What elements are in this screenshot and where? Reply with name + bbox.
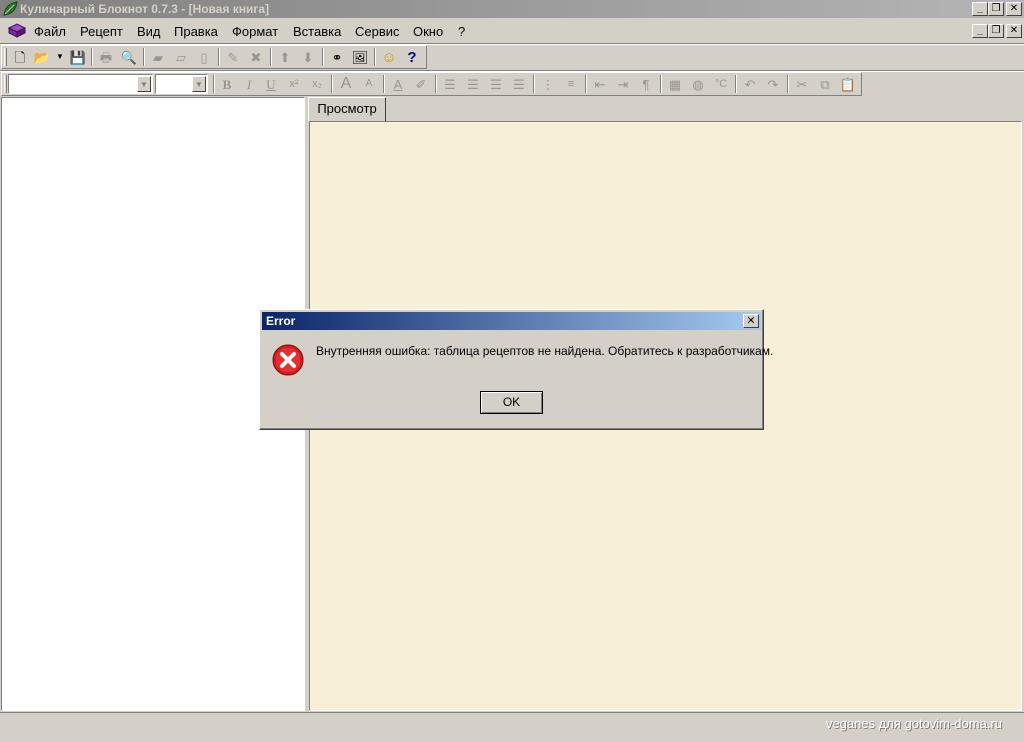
mdi-restore-icon[interactable]: ❐	[988, 24, 1004, 38]
toolbar-divider	[660, 75, 662, 93]
minimize-icon[interactable]: _	[972, 2, 988, 16]
page-icon[interactable]: ▯	[194, 47, 214, 67]
toolbar-divider	[383, 75, 385, 93]
subscript-icon[interactable]: x₂	[307, 74, 327, 94]
new-icon[interactable]: 🗋	[10, 47, 30, 67]
edit-icon[interactable]: ✎	[223, 47, 243, 67]
tab-preview[interactable]: Просмотр	[308, 97, 386, 121]
open-icon[interactable]: 📂	[32, 47, 52, 67]
book-icon[interactable]: ▰	[148, 47, 168, 67]
shrink-font-icon[interactable]: A	[359, 74, 379, 94]
delete-icon[interactable]: ✖	[246, 47, 266, 67]
toolbar-divider	[91, 48, 93, 66]
paste-icon[interactable]: 📋	[838, 74, 858, 94]
toolbar-divider	[331, 75, 333, 93]
menu-format[interactable]: Формат	[232, 24, 278, 40]
bold-icon[interactable]: B	[217, 74, 237, 94]
print-icon[interactable]: 🖶	[96, 47, 116, 67]
chevron-down-icon[interactable]: ▼	[137, 76, 151, 92]
highlight-icon[interactable]: ✐	[411, 74, 431, 94]
celsius-icon[interactable]: °C	[711, 74, 731, 94]
menu-service[interactable]: Сервис	[355, 24, 400, 40]
picture-icon[interactable]: 🖼	[350, 47, 370, 67]
binoculars-icon[interactable]: ⚭	[327, 47, 347, 67]
menu-window[interactable]: Окно	[413, 24, 443, 40]
superscript-icon[interactable]: x²	[284, 74, 304, 94]
title-bar[interactable]: Кулинарный Блокнот 0.7.3 - [Новая книга]…	[0, 0, 1024, 18]
align-center-icon[interactable]: ☰	[463, 74, 483, 94]
redo-icon[interactable]: ↷	[763, 74, 783, 94]
font-size-combo[interactable]: ▼	[155, 74, 208, 94]
help-icon[interactable]: ?	[402, 47, 422, 67]
menu-help[interactable]: ?	[458, 24, 465, 40]
align-left-icon[interactable]: ☰	[440, 74, 460, 94]
grow-font-icon[interactable]: A	[336, 74, 356, 94]
menu-file[interactable]: Файл	[34, 24, 66, 40]
error-dialog: Error ✕ Внутренняя ошибка: таблица рецеп…	[259, 309, 773, 430]
error-message: Внутренняя ошибка: таблица рецептов не н…	[316, 344, 774, 358]
menu-view[interactable]: Вид	[137, 24, 161, 40]
toolbar-divider	[787, 75, 789, 93]
print-preview-icon[interactable]: 🔍	[119, 47, 139, 67]
cut-icon[interactable]: ✂	[792, 74, 812, 94]
numbering-icon[interactable]: ≡	[561, 74, 581, 94]
menu-insert[interactable]: Вставка	[293, 24, 341, 40]
toolbar-grip[interactable]	[4, 48, 7, 66]
bullets-icon[interactable]: ⋮	[538, 74, 558, 94]
paragraph-icon[interactable]: ¶	[636, 74, 656, 94]
open-dropdown-icon[interactable]: ▼	[50, 47, 70, 67]
font-color-icon[interactable]: A	[388, 74, 408, 94]
toolbar-divider	[322, 48, 324, 66]
toolbar-divider	[585, 75, 587, 93]
copy-icon[interactable]: ⧉	[815, 74, 835, 94]
mdi-minimize-icon[interactable]: _	[972, 24, 988, 38]
indent-icon[interactable]: ⇥	[613, 74, 633, 94]
toolbar-divider	[213, 75, 215, 93]
outdent-icon[interactable]: ⇤	[590, 74, 610, 94]
toolbar-divider	[374, 48, 376, 66]
save-icon[interactable]: 💾	[68, 47, 88, 67]
open-book-icon[interactable]: ▱	[171, 47, 191, 67]
dialog-title-bar[interactable]: Error ✕	[262, 312, 761, 330]
underline-icon[interactable]: U	[261, 74, 281, 94]
arrow-up-icon[interactable]: ⬆	[275, 47, 295, 67]
ok-button[interactable]: OK	[480, 391, 543, 414]
app-leaf-icon[interactable]	[2, 1, 18, 17]
toolbar-divider	[435, 75, 437, 93]
toolbar-divider	[270, 48, 272, 66]
toolbar-divider	[735, 75, 737, 93]
globe-icon[interactable]: ◍	[688, 74, 708, 94]
window-title: Кулинарный Блокнот 0.7.3 - [Новая книга]	[20, 2, 270, 16]
chevron-down-icon[interactable]: ▼	[192, 76, 206, 92]
toolbar-divider	[533, 75, 535, 93]
dialog-title: Error	[266, 314, 296, 328]
restore-icon[interactable]: ❐	[988, 2, 1004, 16]
mdi-close-icon[interactable]: ✕	[1006, 24, 1022, 38]
close-icon[interactable]: ✕	[743, 314, 759, 328]
toolbar-divider	[218, 48, 220, 66]
watermark-text: veganes для gotovim-doma.ru	[825, 716, 1002, 731]
menu-edit[interactable]: Правка	[174, 24, 218, 40]
standard-toolbar: 🗋 📂 ▼ 💾 🖶 🔍 ▰ ▱ ▯ ✎ ✖ ⬆ ⬇ ⚭ 🖼 ☺ ?	[1, 45, 427, 69]
close-icon[interactable]: ✕	[1006, 2, 1022, 16]
insert-image-icon[interactable]: ▦	[665, 74, 685, 94]
italic-icon[interactable]: I	[239, 74, 259, 94]
toolbar-divider	[143, 48, 145, 66]
arrow-down-icon[interactable]: ⬇	[298, 47, 318, 67]
smiley-icon[interactable]: ☺	[379, 47, 399, 67]
align-right-icon[interactable]: ☰	[486, 74, 506, 94]
toolbar-grip[interactable]	[4, 75, 7, 93]
book-menu-icon[interactable]	[8, 23, 26, 39]
menu-recipe[interactable]: Рецепт	[80, 24, 123, 40]
error-icon	[272, 344, 304, 376]
format-toolbar: ▼ ▼ B I U x² x₂ A A A ✐ ☰ ☰ ☰ ☰ ⋮ ≡ ⇤ ⇥ …	[1, 72, 862, 96]
undo-icon[interactable]: ↶	[740, 74, 760, 94]
justify-icon[interactable]: ☰	[509, 74, 529, 94]
font-name-combo[interactable]: ▼	[8, 74, 153, 94]
